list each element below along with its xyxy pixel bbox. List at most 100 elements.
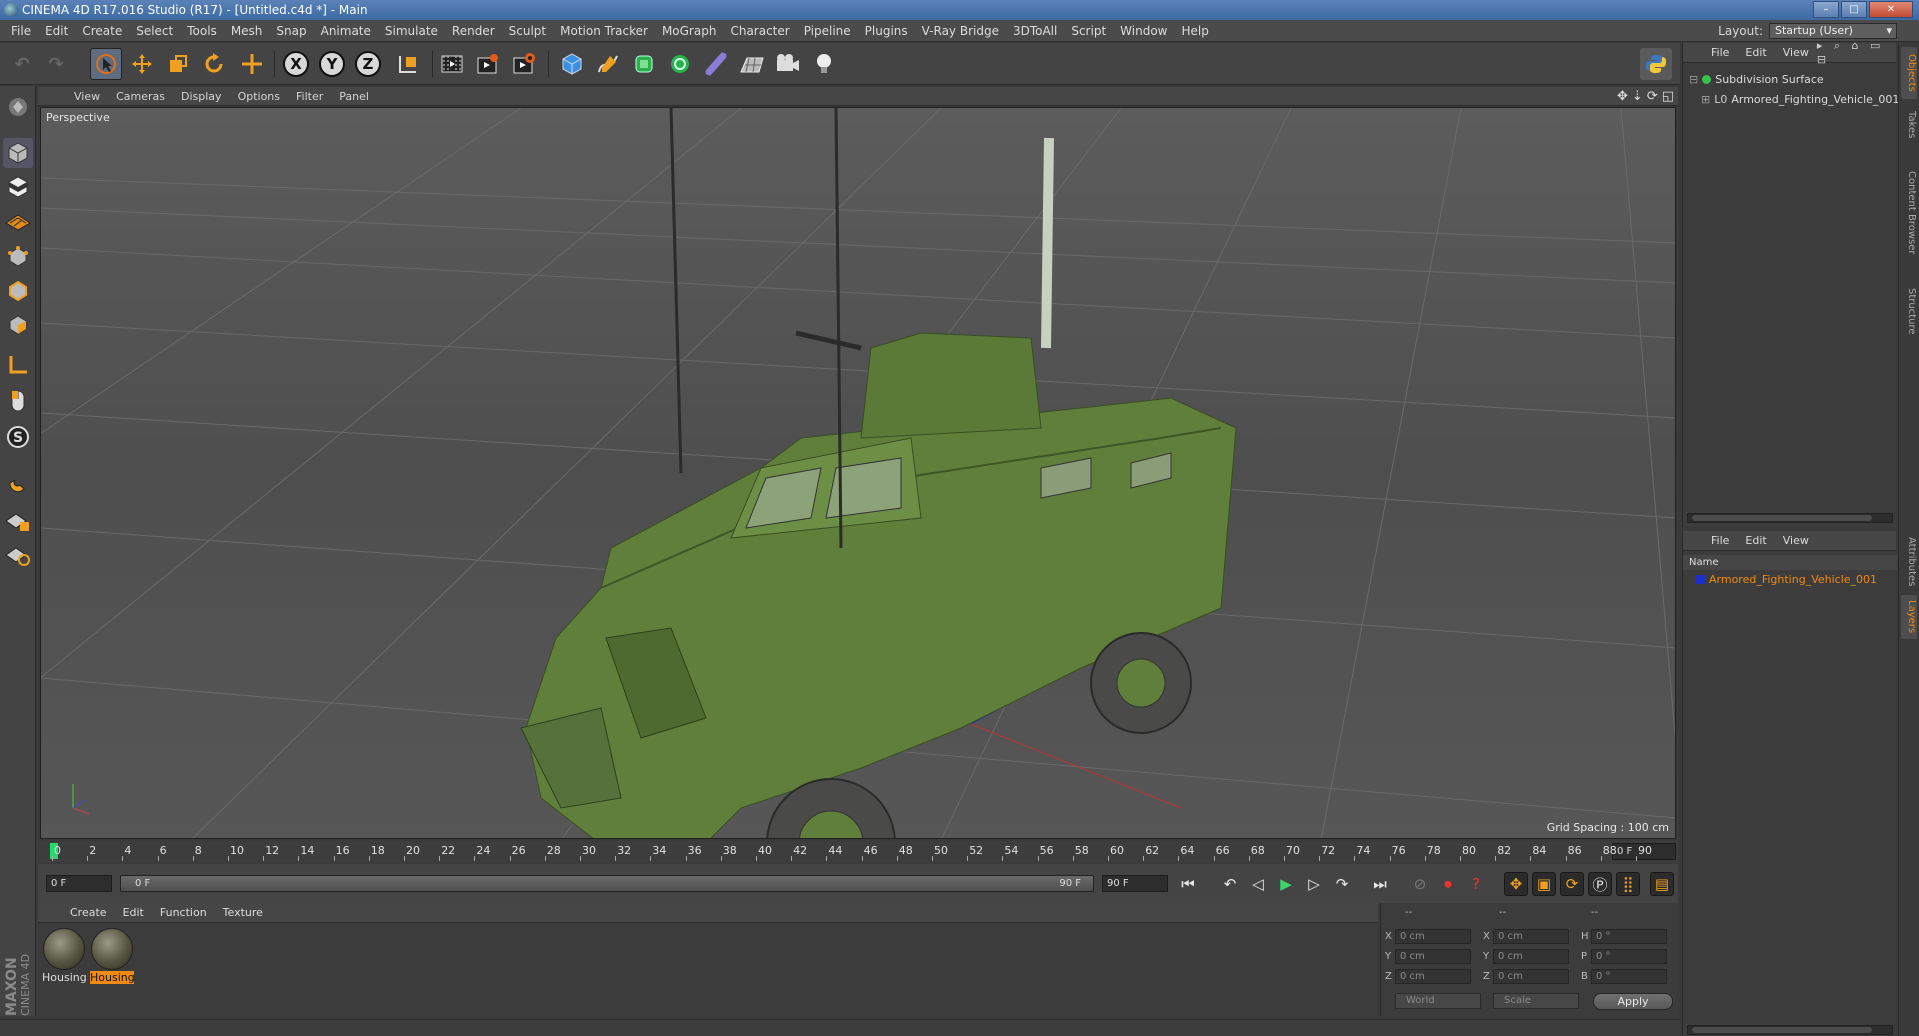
previous-key-icon[interactable]: ↶ xyxy=(1218,872,1242,896)
lock-workplane-icon[interactable] xyxy=(3,506,33,536)
keyframe-selection-icon[interactable]: ? xyxy=(1464,872,1488,896)
material-swatch-selected[interactable]: Housing xyxy=(90,927,134,989)
menu-render[interactable]: Render xyxy=(445,24,502,38)
transform-icon[interactable] xyxy=(236,48,268,80)
rot-b-field[interactable]: 0 ° xyxy=(1591,969,1667,984)
close-button[interactable]: ✕ xyxy=(1869,1,1913,18)
python-icon[interactable] xyxy=(1640,48,1672,80)
menu-sculpt[interactable]: Sculpt xyxy=(502,24,553,38)
go-to-start-icon[interactable]: ⏮ xyxy=(1176,872,1200,896)
size-mode-dropdown[interactable]: Scale xyxy=(1493,993,1579,1009)
viewport-menu-display[interactable]: Display xyxy=(173,90,230,103)
menu-simulate[interactable]: Simulate xyxy=(378,24,445,38)
tab-attributes[interactable]: Attributes xyxy=(1901,533,1917,591)
pos-z-field[interactable]: 0 cm xyxy=(1395,969,1471,984)
expand-icon[interactable]: ⊞ xyxy=(1701,93,1710,106)
menu-character[interactable]: Character xyxy=(723,24,796,38)
menu-edit[interactable]: Edit xyxy=(38,24,75,38)
size-y-field[interactable]: 0 cm xyxy=(1493,949,1569,964)
render-settings-icon[interactable] xyxy=(508,48,540,80)
material-menu-edit[interactable]: Edit xyxy=(115,906,152,919)
maximize-button[interactable]: □ xyxy=(1841,1,1867,18)
coordinate-system-icon[interactable] xyxy=(392,48,424,80)
object-menu-edit[interactable]: Edit xyxy=(1737,46,1774,59)
texture-mode-icon[interactable] xyxy=(3,172,33,202)
menu-snap[interactable]: Snap xyxy=(269,24,313,38)
end-frame-field[interactable]: 90 F xyxy=(1102,875,1168,892)
tab-takes[interactable]: Takes xyxy=(1901,103,1917,147)
tab-layers[interactable]: Layers xyxy=(1901,595,1917,639)
layer-menu-file[interactable]: File xyxy=(1703,534,1737,547)
menu-3dtoall[interactable]: 3DToAll xyxy=(1006,24,1064,38)
timeline-window-icon[interactable]: ▤ xyxy=(1650,872,1674,896)
expand-icon[interactable]: ⊟ xyxy=(1689,73,1698,86)
subdivision-surface-icon[interactable] xyxy=(628,48,660,80)
timeline-ruler[interactable]: 0 F 0 2 4 6 8 10 12 14 16 18 20 22 24 26 28 30 32 34 36 38 4… xyxy=(38,841,1678,863)
menu-select[interactable]: Select xyxy=(129,24,180,38)
layer-row[interactable]: Armored_Fighting_Vehicle_001 xyxy=(1695,573,1877,586)
frame-range-slider[interactable]: 0 F 90 F xyxy=(120,875,1094,892)
tab-content-browser[interactable]: Content Browser xyxy=(1901,149,1917,277)
record-active-objects-icon[interactable]: ⊘ xyxy=(1408,872,1432,896)
material-swatch[interactable]: Housing xyxy=(42,927,86,989)
live-selection-icon[interactable] xyxy=(90,48,122,80)
apply-button[interactable]: Apply xyxy=(1593,993,1673,1010)
undo-icon[interactable]: ↶ xyxy=(6,48,38,80)
object-manager-scrollbar[interactable] xyxy=(1687,513,1893,523)
minimize-button[interactable]: – xyxy=(1813,1,1839,18)
menu-pipeline[interactable]: Pipeline xyxy=(797,24,858,38)
next-key-icon[interactable]: ↷ xyxy=(1330,872,1354,896)
pos-y-field[interactable]: 0 cm xyxy=(1395,949,1471,964)
camera-icon[interactable] xyxy=(772,48,804,80)
tab-objects[interactable]: Objects xyxy=(1901,47,1917,99)
rot-h-field[interactable]: 0 ° xyxy=(1591,929,1667,944)
record-parameter-icon[interactable]: Ⓟ xyxy=(1588,872,1612,896)
rot-p-field[interactable]: 0 ° xyxy=(1591,949,1667,964)
deformer-icon[interactable] xyxy=(700,48,732,80)
record-point-level-icon[interactable]: ⣿ xyxy=(1616,872,1640,896)
record-position-icon[interactable]: ✥ xyxy=(1504,872,1528,896)
go-to-end-icon[interactable]: ⏭ xyxy=(1368,872,1392,896)
coordinate-space-dropdown[interactable]: World xyxy=(1395,993,1481,1009)
rotate-icon[interactable] xyxy=(198,48,230,80)
menu-create[interactable]: Create xyxy=(75,24,129,38)
cube-primitive-icon[interactable] xyxy=(556,48,588,80)
layer-menu-edit[interactable]: Edit xyxy=(1737,534,1774,547)
magnet-icon[interactable] xyxy=(3,466,33,496)
model-mode-icon[interactable] xyxy=(3,138,33,168)
menu-animate[interactable]: Animate xyxy=(314,24,378,38)
menu-mograph[interactable]: MoGraph xyxy=(655,24,724,38)
menu-plugins[interactable]: Plugins xyxy=(858,24,915,38)
autokeying-icon[interactable]: ⏺ xyxy=(1436,872,1460,896)
move-icon[interactable] xyxy=(126,48,158,80)
points-mode-icon[interactable] xyxy=(3,242,33,272)
z-axis-lock[interactable]: Z xyxy=(352,48,384,80)
viewport-menu-view[interactable]: View xyxy=(66,90,108,103)
material-menu-function[interactable]: Function xyxy=(152,906,215,919)
material-menu-texture[interactable]: Texture xyxy=(215,906,271,919)
record-rotation-icon[interactable]: ⟳ xyxy=(1560,872,1584,896)
menu-script[interactable]: Script xyxy=(1064,24,1113,38)
record-scale-icon[interactable]: ▣ xyxy=(1532,872,1556,896)
size-z-field[interactable]: 0 cm xyxy=(1493,969,1569,984)
material-menu-create[interactable]: Create xyxy=(62,906,115,919)
play-forward-icon[interactable]: ▶ xyxy=(1274,872,1298,896)
redo-icon[interactable]: ↷ xyxy=(40,48,72,80)
viewport-menu-cameras[interactable]: Cameras xyxy=(108,90,173,103)
next-frame-icon[interactable]: ▷ xyxy=(1302,872,1326,896)
edges-mode-icon[interactable] xyxy=(3,276,33,306)
size-x-field[interactable]: 0 cm xyxy=(1493,929,1569,944)
layout-dropdown[interactable]: Startup (User) xyxy=(1769,23,1897,39)
y-axis-lock[interactable]: Y xyxy=(316,48,348,80)
floor-icon[interactable] xyxy=(736,48,768,80)
pos-x-field[interactable]: 0 cm xyxy=(1395,929,1471,944)
make-editable-icon[interactable] xyxy=(3,92,33,122)
layer-manager-scrollbar[interactable] xyxy=(1687,1025,1893,1035)
x-axis-lock[interactable]: X xyxy=(280,48,312,80)
viewport-menu-options[interactable]: Options xyxy=(230,90,288,103)
workplane-icon[interactable] xyxy=(3,206,33,236)
menu-motion-tracker[interactable]: Motion Tracker xyxy=(553,24,655,38)
viewport-menu-filter[interactable]: Filter xyxy=(288,90,331,103)
viewport-perspective[interactable]: Perspective Grid Spacing : 100 cm xyxy=(40,107,1676,839)
viewport-menu-panel[interactable]: Panel xyxy=(331,90,377,103)
